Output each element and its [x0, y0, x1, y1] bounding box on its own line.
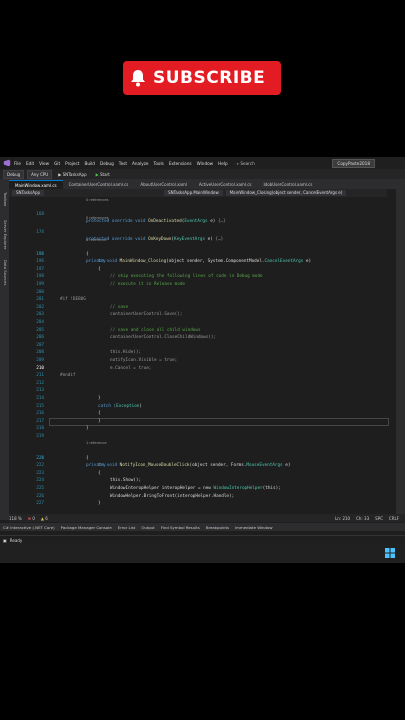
code-line-220: 220 private void NotifyIcon_MouseDoubleC…	[36, 455, 291, 469]
search-box[interactable]: ⌕ Search	[237, 161, 255, 166]
visual-studio-logo-icon	[3, 159, 11, 167]
code-line-174: 174 protected override void OnKeyDown(Ke…	[36, 229, 224, 243]
error-count[interactable]: ✖ 0	[28, 516, 35, 521]
subscribe-label: SUBSCRIBE	[153, 68, 266, 88]
menu-window[interactable]: Window	[197, 161, 214, 166]
menu-build[interactable]: Build	[84, 161, 95, 166]
tab-activeusercontrol[interactable]: ActiveUserControl.xaml.cs	[193, 180, 258, 189]
tab-package-manager-console[interactable]: Package Manager Console	[61, 525, 112, 530]
tab-csharp-interactive[interactable]: C# Interactive (.NET Core)	[3, 525, 55, 530]
subscribe-button[interactable]: SUBSCRIBE	[123, 61, 281, 95]
play-icon: ▶	[95, 171, 99, 177]
document-tabs: MainWindow.xaml.cs ContainerUserControl.…	[9, 179, 405, 190]
menu-project[interactable]: Project	[65, 161, 79, 166]
bottom-tool-tabs: C# Interactive (.NET Core) Package Manag…	[0, 523, 405, 531]
tab-immediate-window[interactable]: Immediate Window	[235, 525, 273, 530]
menu-view[interactable]: View	[39, 161, 49, 166]
menu-analyze[interactable]: Analyze	[132, 161, 149, 166]
nav-class-dropdown[interactable]: SNTasksApp.MainWindow	[164, 190, 223, 196]
tab-error-list[interactable]: Error List	[118, 525, 136, 530]
warning-icon: ▲	[40, 515, 44, 521]
menu-edit[interactable]: Edit	[26, 161, 34, 166]
tab-containerusercontrol[interactable]: ContainerUserControl.xaml.cs	[63, 180, 135, 189]
visual-studio-window: File Edit View Git Project Build Debug T…	[0, 157, 405, 563]
windows-taskbar	[0, 543, 405, 563]
tab-aboutusercontrol[interactable]: AboutUserControl.xaml	[134, 180, 193, 189]
editor-status-row: 118 % ✖ 0 ▲ 6 Ln: 210 Ch: 33 SPC CRLF	[9, 514, 405, 522]
left-tool-strip: Toolbox Server Explorer Data Sources	[0, 180, 9, 520]
search-label: Search	[240, 160, 255, 166]
status-icon: ▣	[3, 537, 7, 543]
error-icon: ✖	[27, 515, 32, 521]
right-tool-strip	[396, 180, 405, 520]
menu-file[interactable]: File	[14, 161, 21, 166]
zoom-level[interactable]: 118 %	[9, 516, 22, 521]
tab-find-symbol-results[interactable]: Find Symbol Results	[161, 525, 200, 530]
server-explorer-tab[interactable]: Server Explorer	[1, 220, 8, 249]
menu-help[interactable]: Help	[218, 161, 228, 166]
code-line-194: 194 private void MainWindow_Closing(obje…	[36, 251, 312, 265]
tab-idobusercontrol[interactable]: IdobUserControl.xaml.cs	[258, 180, 319, 189]
tab-breakpoints[interactable]: Breakpoints	[206, 525, 229, 530]
windows-start-icon[interactable]	[385, 548, 395, 558]
menu-extensions[interactable]: Extensions	[169, 161, 192, 166]
menu-debug[interactable]: Debug	[100, 161, 114, 166]
tab-output[interactable]: Output	[141, 525, 155, 530]
line-endings[interactable]: CRLF	[389, 516, 399, 521]
warning-count[interactable]: ▲ 6	[41, 516, 48, 521]
toolbox-tab[interactable]: Toolbox	[1, 192, 8, 206]
tab-mainwindow[interactable]: MainWindow.xaml.cs	[9, 179, 63, 190]
menu-test[interactable]: Test	[119, 161, 127, 166]
start-button[interactable]: ▶ Start	[93, 171, 113, 178]
data-sources-tab[interactable]: Data Sources	[1, 260, 8, 285]
platform-dropdown[interactable]: Any CPU	[27, 169, 53, 179]
toolbar: Debug Any CPU ▶ SNTasksApp ▶ Start	[0, 169, 405, 180]
column-position: Ch: 33	[356, 515, 370, 521]
solution-name: CopyPaste2018	[332, 158, 375, 168]
startup-project-label: SNTasksApp	[62, 171, 87, 177]
menu-tools[interactable]: Tools	[154, 161, 164, 166]
bell-icon	[123, 61, 153, 95]
menu-git[interactable]: Git	[54, 161, 60, 166]
line-position: Ln: 210	[335, 515, 351, 521]
start-label: Start	[99, 171, 110, 177]
status-ready: Ready	[9, 537, 23, 543]
code-editor[interactable]: 0 references 168 protected override void…	[9, 197, 389, 514]
nav-project-dropdown[interactable]: SNTasksApp	[12, 190, 45, 196]
startup-project-dropdown[interactable]: ▶ SNTasksApp	[55, 171, 89, 178]
indentation-mode[interactable]: SPC	[375, 516, 383, 521]
nav-member-dropdown[interactable]: MainWindow_Closing(object sender, Cancel…	[225, 190, 347, 196]
config-dropdown[interactable]: Debug	[3, 169, 25, 179]
code-line-168: 168 protected override void OnDeactivate…	[36, 211, 226, 225]
